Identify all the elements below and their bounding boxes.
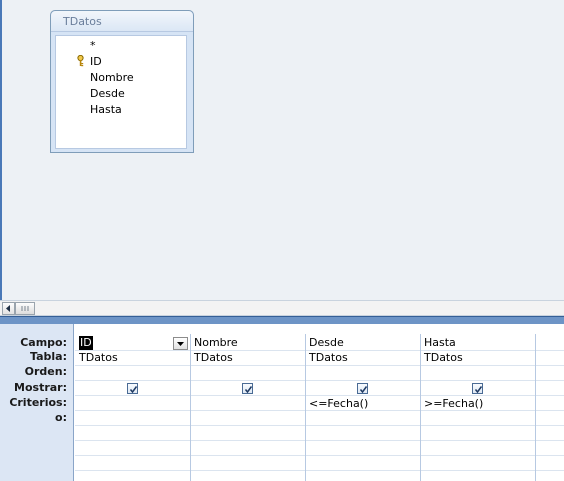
checkmark-icon bbox=[474, 386, 483, 394]
field-nombre[interactable]: Nombre bbox=[90, 70, 134, 86]
field-id[interactable]: ID bbox=[90, 54, 102, 70]
campo-cell-2[interactable]: Nombre bbox=[194, 336, 238, 350]
column-divider bbox=[535, 334, 536, 481]
row-divider bbox=[75, 365, 564, 366]
campo-cell-1[interactable]: ID bbox=[79, 336, 93, 350]
row-divider bbox=[75, 425, 564, 426]
checkmark-icon bbox=[129, 386, 138, 394]
row-divider bbox=[75, 395, 564, 396]
pane-splitter[interactable] bbox=[0, 316, 564, 324]
row-divider bbox=[75, 470, 564, 471]
criterios-cell-3[interactable]: <=Fecha() bbox=[309, 397, 368, 411]
chevron-down-icon bbox=[177, 342, 184, 346]
row-label-criterios: Criterios: bbox=[9, 396, 67, 409]
column-divider bbox=[305, 334, 306, 481]
mostrar-checkbox-2[interactable] bbox=[242, 383, 253, 394]
field-hasta[interactable]: Hasta bbox=[90, 102, 122, 118]
scroll-left-button[interactable] bbox=[2, 302, 15, 315]
tabla-cell-1[interactable]: TDatos bbox=[79, 351, 118, 365]
field-list[interactable]: * ID Nombre Desde Hasta bbox=[55, 35, 187, 149]
campo-cell-3[interactable]: Desde bbox=[309, 336, 344, 350]
mostrar-checkbox-3[interactable] bbox=[357, 383, 368, 394]
row-label-o: o: bbox=[55, 411, 67, 424]
campo-dropdown-button[interactable] bbox=[173, 337, 188, 350]
row-label-tabla: Tabla: bbox=[30, 350, 67, 363]
design-grid[interactable]: ID TDatos Nombre TDatos Desde TDatos <=F… bbox=[75, 324, 564, 481]
query-grid-pane: Campo: Tabla: Orden: Mostrar: Criterios:… bbox=[0, 324, 564, 481]
checkmark-icon bbox=[359, 386, 368, 394]
primary-key-icon bbox=[77, 55, 84, 67]
row-divider bbox=[75, 440, 564, 441]
row-divider bbox=[75, 380, 564, 381]
column-divider bbox=[190, 334, 191, 481]
mostrar-checkbox-1[interactable] bbox=[127, 383, 138, 394]
table-field-list-window[interactable]: TDatos * ID Nombre Desde Hasta bbox=[50, 10, 194, 153]
row-label-orden: Orden: bbox=[24, 365, 67, 378]
tabla-cell-4[interactable]: TDatos bbox=[424, 351, 463, 365]
horizontal-scrollbar[interactable] bbox=[0, 300, 564, 316]
grip-icon bbox=[21, 306, 29, 311]
checkmark-icon bbox=[244, 386, 253, 394]
field-desde[interactable]: Desde bbox=[90, 86, 125, 102]
query-design-pane: TDatos * ID Nombre Desde Hasta bbox=[0, 0, 564, 300]
tabla-cell-2[interactable]: TDatos bbox=[194, 351, 233, 365]
row-divider bbox=[75, 455, 564, 456]
table-title[interactable]: TDatos bbox=[51, 11, 193, 32]
mostrar-checkbox-4[interactable] bbox=[472, 383, 483, 394]
row-labels: Campo: Tabla: Orden: Mostrar: Criterios:… bbox=[0, 324, 74, 481]
field-all[interactable]: * bbox=[90, 38, 96, 54]
column-divider bbox=[420, 334, 421, 481]
arrow-left-icon bbox=[6, 305, 10, 312]
scroll-thumb[interactable] bbox=[15, 302, 35, 315]
tabla-cell-3[interactable]: TDatos bbox=[309, 351, 348, 365]
row-label-campo: Campo: bbox=[20, 336, 67, 349]
row-label-mostrar: Mostrar: bbox=[14, 381, 67, 394]
campo-cell-4[interactable]: Hasta bbox=[424, 336, 456, 350]
criterios-cell-4[interactable]: >=Fecha() bbox=[424, 397, 483, 411]
